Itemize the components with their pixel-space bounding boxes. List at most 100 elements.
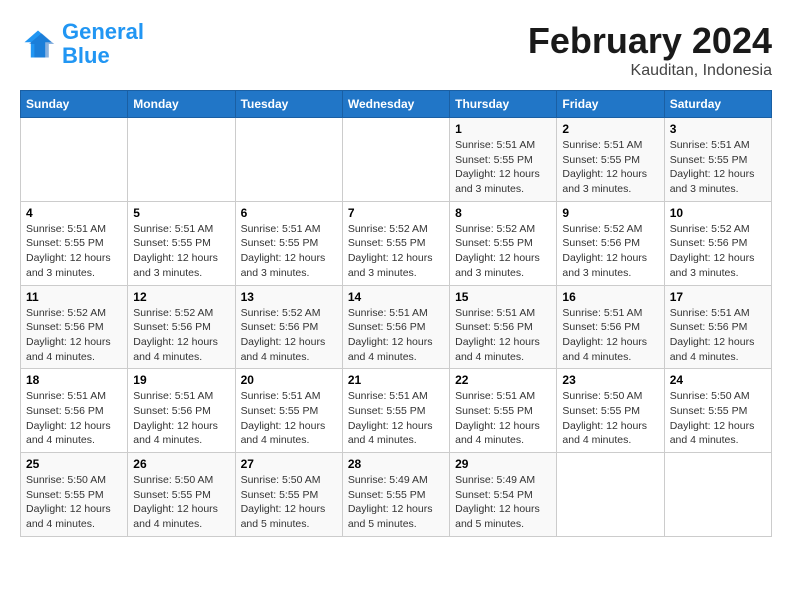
calendar-week-row: 11 Sunrise: 5:52 AM Sunset: 5:56 PM Dayli… <box>21 285 772 369</box>
day-number: 18 <box>26 373 122 387</box>
calendar-cell <box>235 118 342 202</box>
day-number: 26 <box>133 457 229 471</box>
calendar-cell <box>342 118 449 202</box>
day-number: 13 <box>241 290 337 304</box>
logo: General Blue <box>20 20 144 68</box>
day-number: 19 <box>133 373 229 387</box>
day-info: Sunrise: 5:52 AM Sunset: 5:56 PM Dayligh… <box>562 222 658 281</box>
weekday-header: Tuesday <box>235 91 342 118</box>
weekday-header: Monday <box>128 91 235 118</box>
day-number: 28 <box>348 457 444 471</box>
day-number: 25 <box>26 457 122 471</box>
day-number: 6 <box>241 206 337 220</box>
day-info: Sunrise: 5:51 AM Sunset: 5:55 PM Dayligh… <box>455 138 551 197</box>
logo-text: General Blue <box>62 20 144 68</box>
logo-icon <box>20 26 56 62</box>
calendar-cell <box>21 118 128 202</box>
calendar-cell: 17 Sunrise: 5:51 AM Sunset: 5:56 PM Dayli… <box>664 285 771 369</box>
calendar-cell: 3 Sunrise: 5:51 AM Sunset: 5:55 PM Daylig… <box>664 118 771 202</box>
day-number: 10 <box>670 206 766 220</box>
calendar-cell: 5 Sunrise: 5:51 AM Sunset: 5:55 PM Daylig… <box>128 201 235 285</box>
day-info: Sunrise: 5:52 AM Sunset: 5:56 PM Dayligh… <box>241 306 337 365</box>
day-info: Sunrise: 5:51 AM Sunset: 5:55 PM Dayligh… <box>241 222 337 281</box>
calendar-week-row: 1 Sunrise: 5:51 AM Sunset: 5:55 PM Daylig… <box>21 118 772 202</box>
page-header: General Blue February 2024 Kauditan, Ind… <box>20 20 772 80</box>
day-number: 11 <box>26 290 122 304</box>
calendar-cell: 14 Sunrise: 5:51 AM Sunset: 5:56 PM Dayli… <box>342 285 449 369</box>
calendar-cell: 12 Sunrise: 5:52 AM Sunset: 5:56 PM Dayli… <box>128 285 235 369</box>
calendar-cell: 10 Sunrise: 5:52 AM Sunset: 5:56 PM Dayli… <box>664 201 771 285</box>
day-info: Sunrise: 5:49 AM Sunset: 5:54 PM Dayligh… <box>455 473 551 532</box>
day-number: 4 <box>26 206 122 220</box>
day-number: 2 <box>562 122 658 136</box>
month-title: February 2024 <box>528 20 772 62</box>
calendar-cell: 21 Sunrise: 5:51 AM Sunset: 5:55 PM Dayli… <box>342 369 449 453</box>
logo-blue: Blue <box>62 43 110 68</box>
day-number: 8 <box>455 206 551 220</box>
day-info: Sunrise: 5:51 AM Sunset: 5:55 PM Dayligh… <box>455 389 551 448</box>
calendar-cell: 29Sunrise: 5:49 AM Sunset: 5:54 PM Dayli… <box>450 453 557 537</box>
day-number: 3 <box>670 122 766 136</box>
calendar-cell: 1 Sunrise: 5:51 AM Sunset: 5:55 PM Daylig… <box>450 118 557 202</box>
day-number: 21 <box>348 373 444 387</box>
day-number: 12 <box>133 290 229 304</box>
weekday-header-row: SundayMondayTuesdayWednesdayThursdayFrid… <box>21 91 772 118</box>
calendar-cell: 26 Sunrise: 5:50 AM Sunset: 5:55 PM Dayli… <box>128 453 235 537</box>
day-info: Sunrise: 5:50 AM Sunset: 5:55 PM Dayligh… <box>562 389 658 448</box>
calendar-cell: 2Sunrise: 5:51 AM Sunset: 5:55 PM Daylig… <box>557 118 664 202</box>
day-info: Sunrise: 5:52 AM Sunset: 5:56 PM Dayligh… <box>26 306 122 365</box>
day-info: Sunrise: 5:50 AM Sunset: 5:55 PM Dayligh… <box>26 473 122 532</box>
calendar-cell: 24Sunrise: 5:50 AM Sunset: 5:55 PM Dayli… <box>664 369 771 453</box>
logo-general: General <box>62 19 144 44</box>
day-info: Sunrise: 5:50 AM Sunset: 5:55 PM Dayligh… <box>670 389 766 448</box>
day-info: Sunrise: 5:50 AM Sunset: 5:55 PM Dayligh… <box>241 473 337 532</box>
day-info: Sunrise: 5:52 AM Sunset: 5:55 PM Dayligh… <box>348 222 444 281</box>
calendar-cell: 27 Sunrise: 5:50 AM Sunset: 5:55 PM Dayli… <box>235 453 342 537</box>
calendar-cell: 4 Sunrise: 5:51 AM Sunset: 5:55 PM Daylig… <box>21 201 128 285</box>
day-number: 22 <box>455 373 551 387</box>
day-info: Sunrise: 5:51 AM Sunset: 5:56 PM Dayligh… <box>670 306 766 365</box>
calendar-cell <box>128 118 235 202</box>
day-number: 1 <box>455 122 551 136</box>
calendar-cell: 18Sunrise: 5:51 AM Sunset: 5:56 PM Dayli… <box>21 369 128 453</box>
day-info: Sunrise: 5:51 AM Sunset: 5:55 PM Dayligh… <box>26 222 122 281</box>
day-info: Sunrise: 5:52 AM Sunset: 5:56 PM Dayligh… <box>133 306 229 365</box>
day-number: 14 <box>348 290 444 304</box>
weekday-header: Friday <box>557 91 664 118</box>
calendar-cell: 19Sunrise: 5:51 AM Sunset: 5:56 PM Dayli… <box>128 369 235 453</box>
weekday-header: Thursday <box>450 91 557 118</box>
day-info: Sunrise: 5:51 AM Sunset: 5:56 PM Dayligh… <box>455 306 551 365</box>
day-info: Sunrise: 5:51 AM Sunset: 5:56 PM Dayligh… <box>348 306 444 365</box>
calendar-cell: 28 Sunrise: 5:49 AM Sunset: 5:55 PM Dayli… <box>342 453 449 537</box>
calendar-cell: 16Sunrise: 5:51 AM Sunset: 5:56 PM Dayli… <box>557 285 664 369</box>
weekday-header: Wednesday <box>342 91 449 118</box>
calendar-cell: 13 Sunrise: 5:52 AM Sunset: 5:56 PM Dayli… <box>235 285 342 369</box>
day-number: 9 <box>562 206 658 220</box>
calendar-cell: 23 Sunrise: 5:50 AM Sunset: 5:55 PM Dayli… <box>557 369 664 453</box>
day-number: 23 <box>562 373 658 387</box>
day-info: Sunrise: 5:51 AM Sunset: 5:55 PM Dayligh… <box>133 222 229 281</box>
day-number: 20 <box>241 373 337 387</box>
location-subtitle: Kauditan, Indonesia <box>528 62 772 80</box>
day-info: Sunrise: 5:52 AM Sunset: 5:56 PM Dayligh… <box>670 222 766 281</box>
day-info: Sunrise: 5:51 AM Sunset: 5:55 PM Dayligh… <box>670 138 766 197</box>
calendar-cell: 15 Sunrise: 5:51 AM Sunset: 5:56 PM Dayli… <box>450 285 557 369</box>
calendar-cell: 11 Sunrise: 5:52 AM Sunset: 5:56 PM Dayli… <box>21 285 128 369</box>
day-number: 17 <box>670 290 766 304</box>
day-info: Sunrise: 5:49 AM Sunset: 5:55 PM Dayligh… <box>348 473 444 532</box>
day-number: 15 <box>455 290 551 304</box>
calendar-week-row: 18Sunrise: 5:51 AM Sunset: 5:56 PM Dayli… <box>21 369 772 453</box>
calendar-cell: 9 Sunrise: 5:52 AM Sunset: 5:56 PM Daylig… <box>557 201 664 285</box>
weekday-header: Sunday <box>21 91 128 118</box>
day-number: 27 <box>241 457 337 471</box>
calendar-cell: 8 Sunrise: 5:52 AM Sunset: 5:55 PM Daylig… <box>450 201 557 285</box>
day-info: Sunrise: 5:52 AM Sunset: 5:55 PM Dayligh… <box>455 222 551 281</box>
day-info: Sunrise: 5:51 AM Sunset: 5:56 PM Dayligh… <box>562 306 658 365</box>
day-info: Sunrise: 5:50 AM Sunset: 5:55 PM Dayligh… <box>133 473 229 532</box>
day-number: 5 <box>133 206 229 220</box>
day-info: Sunrise: 5:51 AM Sunset: 5:55 PM Dayligh… <box>348 389 444 448</box>
day-info: Sunrise: 5:51 AM Sunset: 5:55 PM Dayligh… <box>241 389 337 448</box>
calendar-cell: 6 Sunrise: 5:51 AM Sunset: 5:55 PM Daylig… <box>235 201 342 285</box>
calendar-cell <box>664 453 771 537</box>
calendar-cell: 22 Sunrise: 5:51 AM Sunset: 5:55 PM Dayli… <box>450 369 557 453</box>
